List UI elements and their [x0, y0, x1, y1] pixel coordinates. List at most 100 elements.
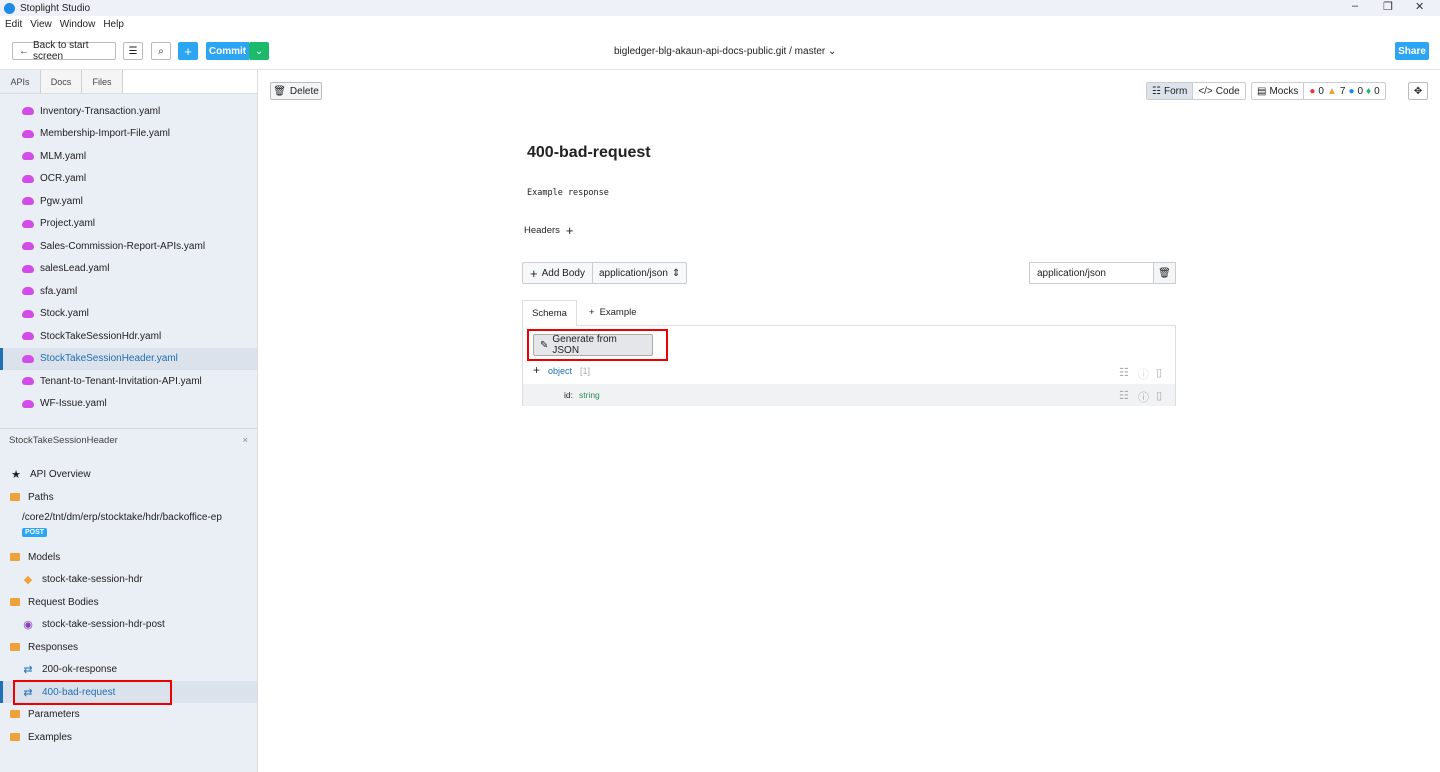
tree-api-overview[interactable]: ★ API Overview — [0, 463, 257, 485]
commit-button[interactable]: Commit — [206, 42, 249, 60]
tree-models[interactable]: Models — [0, 546, 257, 568]
menu-window[interactable]: Window — [60, 19, 96, 30]
mocks-button[interactable]: ▤ Mocks — [1252, 83, 1305, 99]
file-item[interactable]: sfa.yaml — [0, 280, 257, 302]
file-name: StockTakeSessionHeader.yaml — [40, 353, 178, 364]
book-icon[interactable]: ▯ — [1156, 389, 1162, 402]
content-type-input[interactable]: application/json — [1030, 263, 1153, 283]
repo-branch[interactable]: bigledger-blg-akaun-api-docs-public.git … — [614, 46, 836, 57]
file-item[interactable]: Pgw.yaml — [0, 190, 257, 212]
mocks-status: ▤ Mocks ● 0 ▲ 7 ● 0 ♦ 0 — [1251, 82, 1386, 100]
schema-root-row[interactable]: + object [1] — [533, 363, 590, 377]
file-name: salesLead.yaml — [40, 263, 110, 274]
tree-examples[interactable]: Examples — [0, 726, 257, 748]
tab-apis[interactable]: APIs — [0, 70, 41, 93]
form-toggle[interactable]: ☷ Form — [1147, 83, 1194, 99]
star-icon: ★ — [11, 468, 21, 481]
move-button[interactable]: ✥ — [1408, 82, 1428, 100]
server-icon: ▤ — [1257, 85, 1267, 97]
search-button[interactable]: ⌕ — [151, 42, 171, 60]
diagnostics-button[interactable]: ● 0 ▲ 7 ● 0 ♦ 0 — [1304, 83, 1384, 99]
file-name: Tenant-to-Tenant-Invitation-API.yaml — [40, 375, 202, 387]
file-item[interactable]: MLM.yaml — [0, 145, 257, 167]
book-icon[interactable]: ▯ — [1156, 366, 1162, 379]
file-item[interactable]: Stock.yaml — [0, 303, 257, 325]
file-item[interactable]: OCR.yaml — [0, 168, 257, 190]
highlight-box — [13, 680, 172, 705]
folder-icon — [10, 710, 20, 718]
generate-from-json-button[interactable]: ✎ Generate from JSON — [533, 334, 653, 356]
page-title[interactable]: 400-bad-request — [527, 144, 651, 162]
root-type: object — [548, 366, 573, 376]
menu-view[interactable]: View — [30, 19, 52, 30]
repo-name: bigledger-blg-akaun-api-docs-public.git — [614, 46, 787, 57]
close-icon[interactable]: × — [242, 435, 248, 446]
file-item[interactable]: Membership-Import-File.yaml — [0, 123, 257, 145]
file-item[interactable]: WF-Issue.yaml — [0, 393, 257, 415]
minimize-button[interactable]: – — [1352, 0, 1358, 12]
tab-docs[interactable]: Docs — [41, 70, 82, 93]
tree-request-bodies[interactable]: Request Bodies — [0, 591, 257, 613]
tree-path-item[interactable]: /core2/tnt/dm/erp/stocktake/hdr/backoffi… — [22, 512, 222, 537]
menu-edit[interactable]: Edit — [5, 19, 22, 30]
cloud-icon — [22, 219, 34, 228]
tree-label: Models — [28, 551, 61, 563]
content-type-select[interactable]: application/json ⇕ — [593, 263, 686, 283]
menu-help[interactable]: Help — [103, 19, 124, 30]
info-icon[interactable]: ⓘ — [1138, 366, 1149, 382]
file-item[interactable]: salesLead.yaml — [0, 258, 257, 280]
error-icon: ● — [1309, 85, 1316, 97]
file-item[interactable]: Project.yaml — [0, 213, 257, 235]
validations-icon[interactable]: ☷ — [1119, 366, 1129, 379]
sidebar: APIs Docs Files Inventory-Transaction.ya… — [0, 70, 258, 772]
maximize-button[interactable]: ❐ — [1383, 0, 1393, 13]
commit-dropdown[interactable]: ⌄ — [249, 42, 269, 60]
schema-property-row[interactable]: id: string — [523, 384, 1175, 406]
tree-paths[interactable]: Paths — [0, 486, 257, 508]
tree-label: 200-ok-response — [42, 663, 118, 675]
app-title: Stoplight Studio — [20, 2, 91, 14]
delete-body-button[interactable]: 🗑 — [1153, 263, 1175, 283]
list-icon: ☷ — [1152, 85, 1161, 97]
headers-label: Headers — [524, 225, 560, 236]
tree-model-item[interactable]: ◆ stock-take-session-hdr — [0, 568, 257, 590]
add-body-label: Add Body — [541, 267, 585, 279]
tree-responses[interactable]: Responses — [0, 636, 257, 658]
tree-request-body-item[interactable]: ◉ stock-take-session-hdr-post — [0, 613, 257, 635]
generate-label: Generate from JSON — [552, 334, 617, 356]
tab-files[interactable]: Files — [82, 70, 123, 93]
path-label: /core2/tnt/dm/erp/stocktake/hdr/backoffi… — [22, 512, 222, 523]
info-icon[interactable]: ⓘ — [1138, 389, 1149, 405]
example-label: Example — [599, 307, 637, 318]
folder-icon — [10, 643, 20, 651]
tree-response-200[interactable]: ⇄ 200-ok-response — [0, 658, 257, 680]
tab-example[interactable]: + Example — [589, 307, 637, 318]
back-to-start-button[interactable]: ← Back to start screen — [12, 40, 116, 62]
chevron-down-icon: ⌄ — [254, 45, 264, 57]
content-type-field: application/json 🗑 — [1029, 262, 1176, 284]
expand-icon[interactable]: + — [533, 363, 540, 377]
project-name: StockTakeSessionHeader — [9, 435, 118, 446]
menu-button[interactable]: ☰ — [123, 42, 143, 60]
add-header-icon[interactable]: + — [566, 223, 574, 238]
validations-icon[interactable]: ☷ — [1119, 389, 1129, 402]
delete-button[interactable]: 🗑 Delete — [270, 82, 322, 100]
file-item[interactable]: StockTakeSessionHdr.yaml — [0, 325, 257, 347]
close-button[interactable]: ✕ — [1415, 0, 1424, 13]
file-item[interactable]: Tenant-to-Tenant-Invitation-API.yaml — [0, 370, 257, 392]
file-item[interactable]: Sales-Commission-Report-APIs.yaml — [0, 235, 257, 257]
plus-icon: + — [184, 43, 192, 59]
tree-parameters[interactable]: Parameters — [0, 703, 257, 725]
content-type-value: application/json — [598, 267, 668, 279]
add-body-button[interactable]: + Add Body — [523, 263, 593, 283]
arrow-left-icon: ← — [19, 45, 29, 57]
add-button[interactable]: + — [178, 42, 198, 60]
file-item[interactable]: Inventory-Transaction.yaml — [0, 100, 257, 122]
file-item[interactable]: StockTakeSessionHeader.yaml — [0, 347, 257, 370]
code-toggle[interactable]: </> Code — [1193, 83, 1244, 99]
share-button[interactable]: Share — [1395, 42, 1429, 60]
description[interactable]: Example response — [527, 188, 609, 198]
warning-count: 7 — [1339, 85, 1346, 97]
tab-schema[interactable]: Schema — [522, 300, 577, 326]
file-name: Pgw.yaml — [40, 195, 83, 207]
